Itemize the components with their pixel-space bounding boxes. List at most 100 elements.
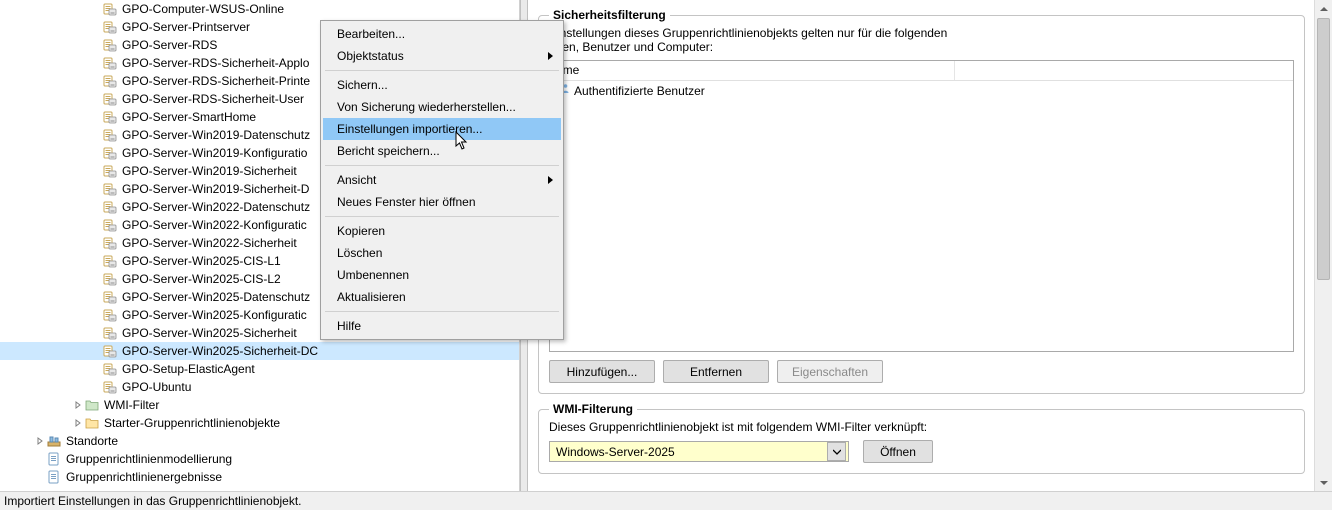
- wmi-filter-combo[interactable]: Windows-Server-2025: [549, 441, 849, 462]
- menu-objectstatus[interactable]: Objektstatus: [323, 45, 561, 67]
- tree-item-label: GPO-Server-Win2022-Konfiguratic: [122, 216, 307, 234]
- gpo-icon: [102, 55, 118, 71]
- gpo-icon: [102, 181, 118, 197]
- menu-help[interactable]: Hilfe: [323, 315, 561, 337]
- gpo-icon: [102, 325, 118, 341]
- tree-item-label: GPO-Server-SmartHome: [122, 108, 256, 126]
- gpo-icon: [102, 163, 118, 179]
- menu-copy[interactable]: Kopieren: [323, 220, 561, 242]
- wmi-filter-value: Windows-Server-2025: [556, 445, 675, 459]
- gpo-icon: [102, 379, 118, 395]
- tree-item-label: WMI-Filter: [104, 396, 159, 414]
- gpo-icon: [102, 235, 118, 251]
- menu-separator: [325, 216, 559, 217]
- gpo-icon: [102, 145, 118, 161]
- scroll-down-icon[interactable]: [1315, 474, 1332, 491]
- details-panel: Sicherheitsfilterung Einstellungen diese…: [528, 0, 1332, 491]
- tree-item-label: GPO-Server-RDS: [122, 36, 217, 54]
- gpo-icon: [102, 19, 118, 35]
- report-icon: [46, 469, 62, 485]
- security-filter-group: Sicherheitsfilterung Einstellungen diese…: [538, 8, 1305, 394]
- menu-rename[interactable]: Umbenennen: [323, 264, 561, 286]
- security-filter-desc: Einstellungen dieses Gruppenrichtlinieno…: [549, 26, 1294, 54]
- menu-delete[interactable]: Löschen: [323, 242, 561, 264]
- tree-item-label: GPO-Server-Win2022-Sicherheit: [122, 234, 297, 252]
- scroll-up-icon[interactable]: [1315, 0, 1332, 17]
- gpo-icon: [102, 37, 118, 53]
- tree-item-starter-gpo[interactable]: Starter-Gruppenrichtlinienobjekte: [0, 414, 519, 432]
- scrollbar-thumb[interactable]: [1317, 18, 1330, 280]
- tree-item-label: GPO-Server-Win2019-Sicherheit-D: [122, 180, 309, 198]
- chevron-down-icon[interactable]: [827, 442, 846, 461]
- folder-icon: [84, 415, 100, 431]
- gpo-icon: [102, 289, 118, 305]
- security-filter-list[interactable]: ame: [549, 60, 1294, 352]
- gpo-icon: [102, 127, 118, 143]
- open-button[interactable]: Öffnen: [863, 440, 933, 463]
- chevron-right-icon[interactable]: [34, 437, 46, 445]
- menu-separator: [325, 311, 559, 312]
- properties-button[interactable]: Eigenschaften: [777, 360, 883, 383]
- tree-item-label: GPO-Server-Win2025-Sicherheit: [122, 324, 297, 342]
- tree-item-label: GPO-Server-RDS-Sicherheit-Applo: [122, 54, 309, 72]
- list-item-label: Authentifizierte Benutzer: [574, 81, 705, 101]
- gpo-icon: [102, 73, 118, 89]
- col-name[interactable]: ame: [550, 61, 955, 80]
- gpo-icon: [102, 109, 118, 125]
- tree-item-label: GPO-Computer-WSUS-Online: [122, 0, 284, 18]
- gpo-icon: [102, 343, 118, 359]
- tree-item-gpo[interactable]: GPO-Ubuntu: [0, 378, 519, 396]
- chevron-right-icon[interactable]: [72, 419, 84, 427]
- menu-new-window[interactable]: Neues Fenster hier öffnen: [323, 191, 561, 213]
- tree-item-label: GPO-Server-Win2025-Datenschutz: [122, 288, 310, 306]
- list-item[interactable]: Authentifizierte Benutzer: [550, 81, 1293, 101]
- tree-item-label: GPO-Server-Win2025-CIS-L1: [122, 252, 281, 270]
- tree-item-label: GPO-Server-Win2025-Konfiguratic: [122, 306, 307, 324]
- tree-item-gpo[interactable]: GPO-Server-Win2025-Sicherheit-DC: [0, 342, 519, 360]
- gpo-icon: [102, 217, 118, 233]
- tree-item-label: GPO-Server-RDS-Sicherheit-User: [122, 90, 304, 108]
- menu-refresh[interactable]: Aktualisieren: [323, 286, 561, 308]
- gpo-icon: [102, 271, 118, 287]
- gpo-icon: [102, 361, 118, 377]
- menu-backup[interactable]: Sichern...: [323, 74, 561, 96]
- chevron-right-icon[interactable]: [72, 401, 84, 409]
- tree-item-label: GPO-Server-Printserver: [122, 18, 250, 36]
- folder-icon: [84, 397, 100, 413]
- tree-item-label: GPO-Server-Win2025-Sicherheit-DC: [122, 342, 318, 360]
- tree-item-label: GPO-Server-Win2019-Konfiguratio: [122, 144, 307, 162]
- tree-item-gpo[interactable]: GPO-Setup-ElasticAgent: [0, 360, 519, 378]
- tree-item-label: GPO-Ubuntu: [122, 378, 191, 396]
- add-button[interactable]: Hinzufügen...: [549, 360, 655, 383]
- wmi-filter-group: WMI-Filterung Dieses Gruppenrichtlinieno…: [538, 402, 1305, 474]
- gpo-icon: [102, 91, 118, 107]
- menu-separator: [325, 70, 559, 71]
- report-icon: [46, 451, 62, 467]
- tree-item-label: Starter-Gruppenrichtlinienobjekte: [104, 414, 280, 432]
- tree-item-wmi-filter[interactable]: WMI-Filter: [0, 396, 519, 414]
- tree-item-gpo[interactable]: GPO-Computer-WSUS-Online: [0, 0, 519, 18]
- menu-view[interactable]: Ansicht: [323, 169, 561, 191]
- tree-item-label: GPO-Server-Win2022-Datenschutz: [122, 198, 310, 216]
- remove-button[interactable]: Entfernen: [663, 360, 769, 383]
- tree-item-label: GPO-Server-Win2019-Sicherheit: [122, 162, 297, 180]
- menu-edit[interactable]: Bearbeiten...: [323, 23, 561, 45]
- tree-item-label: GPO-Setup-ElasticAgent: [122, 360, 255, 378]
- security-filter-title: Sicherheitsfilterung: [549, 8, 670, 22]
- context-menu[interactable]: Bearbeiten... Objektstatus Sichern... Vo…: [320, 20, 564, 340]
- tree-item-ergebnisse[interactable]: Gruppenrichtlinienergebnisse: [0, 468, 519, 486]
- tree-item-label: Standorte: [66, 432, 118, 450]
- tree-item-label: GPO-Server-Win2025-CIS-L2: [122, 270, 281, 288]
- status-bar: Importiert Einstellungen in das Gruppenr…: [0, 491, 1332, 510]
- vertical-scrollbar[interactable]: [1314, 0, 1332, 491]
- gpo-icon: [102, 307, 118, 323]
- listview-header[interactable]: ame: [550, 61, 1293, 81]
- menu-restore[interactable]: Von Sicherung wiederherstellen...: [323, 96, 561, 118]
- menu-import-settings[interactable]: Einstellungen importieren...: [323, 118, 561, 140]
- menu-save-report[interactable]: Bericht speichern...: [323, 140, 561, 162]
- gpo-icon: [102, 253, 118, 269]
- tree-item-standorte[interactable]: Standorte: [0, 432, 519, 450]
- tree-item-modellierung[interactable]: Gruppenrichtlinienmodellierung: [0, 450, 519, 468]
- tree-item-label: GPO-Server-Win2019-Datenschutz: [122, 126, 310, 144]
- wmi-filter-title: WMI-Filterung: [549, 402, 637, 416]
